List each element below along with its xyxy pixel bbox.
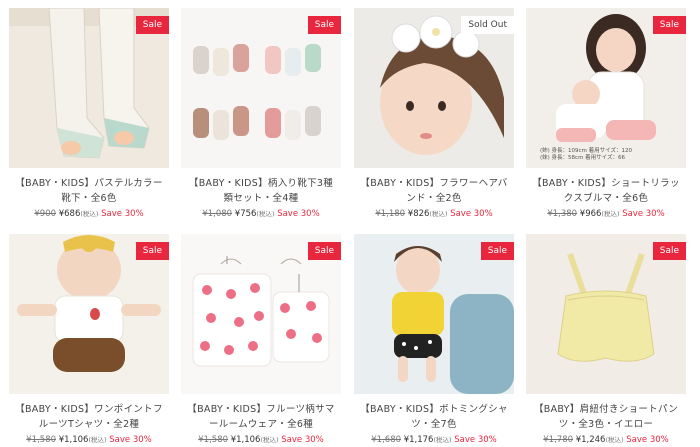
sale-price: ¥1,176 (403, 435, 434, 445)
save-label: Save 30% (277, 209, 320, 219)
original-price: ¥1,780 (543, 435, 574, 445)
sale-badge: Sale (307, 242, 341, 260)
product-price: ¥1,380 ¥966(税込) Save 30% (526, 208, 686, 219)
sale-badge: Sale (480, 242, 514, 260)
sale-price: ¥826 (407, 209, 430, 219)
save-label: Save 30% (101, 209, 144, 219)
product-card[interactable]: Sale 【BABY・KIDS】ワンポイントフルーツTシャツ・全2種 ¥1,58… (9, 234, 169, 445)
product-image[interactable]: Sale (姉) 身長：109cm 着用サイズ：120 (妹) 身長：58cm … (526, 8, 686, 168)
product-title[interactable]: 【BABY・KIDS】柄入り靴下3種類セット・全4種 (181, 176, 341, 206)
tax-label: (税込) (88, 436, 107, 444)
product-image[interactable]: Sold Out (354, 8, 514, 168)
product-card[interactable]: Sold Out 【BABY・KIDS】フラワーヘアバンド・全2色 ¥1,180… (354, 8, 514, 219)
product-image[interactable]: Sale (9, 8, 169, 168)
product-price: ¥900 ¥686(税込) Save 30% (9, 208, 169, 219)
sale-badge: Sale (652, 16, 686, 34)
tax-label: (税込) (260, 436, 279, 444)
sale-price: ¥1,106 (230, 435, 261, 445)
original-price: ¥1,380 (547, 209, 578, 219)
product-image[interactable]: Sale (181, 234, 341, 394)
sale-badge: Sale (135, 242, 169, 260)
product-card[interactable]: Sale 【BABY・KIDS】ボトミングシャツ・全7色 ¥1,680 ¥1,1… (354, 234, 514, 445)
save-label: Save 30% (109, 435, 152, 445)
product-title[interactable]: 【BABY・KIDS】ショートリラックスブルマ・全6色 (526, 176, 686, 206)
tax-label: (税込) (433, 436, 452, 444)
product-image[interactable]: Sale (181, 8, 341, 168)
sale-price: ¥686 (58, 209, 81, 219)
product-image[interactable]: Sale (526, 234, 686, 394)
original-price: ¥900 (34, 209, 57, 219)
tax-label: (税込) (605, 436, 624, 444)
save-label: Save 30% (454, 435, 497, 445)
tax-label: (税込) (256, 210, 275, 218)
product-card[interactable]: Sale 【BABY】肩紐付きショートパンツ・全3色・イエロー ¥1,780 ¥… (526, 234, 686, 445)
product-title[interactable]: 【BABY・KIDS】ボトミングシャツ・全7色 (354, 402, 514, 432)
original-price: ¥1,180 (375, 209, 406, 219)
product-card[interactable]: Sale (姉) 身長：109cm 着用サイズ：120 (妹) 身長：58cm … (526, 8, 686, 219)
product-price: ¥1,580 ¥1,106(税込) Save 30% (9, 434, 169, 445)
original-price: ¥1,680 (371, 435, 402, 445)
sale-price: ¥1,246 (575, 435, 606, 445)
original-price: ¥1,580 (26, 435, 57, 445)
size-caption: (姉) 身長：109cm 着用サイズ：120 (妹) 身長：58cm 着用サイズ… (540, 148, 633, 161)
product-image[interactable]: Sale (354, 234, 514, 394)
save-label: Save 30% (450, 209, 493, 219)
product-title[interactable]: 【BABY・KIDS】ワンポイントフルーツTシャツ・全2種 (9, 402, 169, 432)
product-price: ¥1,080 ¥756(税込) Save 30% (181, 208, 341, 219)
sale-price: ¥756 (234, 209, 257, 219)
sale-price: ¥1,106 (58, 435, 89, 445)
product-title[interactable]: 【BABY】肩紐付きショートパンツ・全3色・イエロー (526, 402, 686, 432)
product-title[interactable]: 【BABY・KIDS】フルーツ柄サマールームウェア・全6種 (181, 402, 341, 432)
product-card[interactable]: Sale 【BABY・KIDS】パステルカラー靴下・全6色 ¥900 ¥686(… (9, 8, 169, 219)
product-price: ¥1,680 ¥1,176(税込) Save 30% (354, 434, 514, 445)
save-label: Save 30% (281, 435, 324, 445)
sale-price: ¥966 (579, 209, 602, 219)
sale-badge: Sale (307, 16, 341, 34)
original-price: ¥1,080 (202, 209, 233, 219)
product-price: ¥1,580 ¥1,106(税込) Save 30% (181, 434, 341, 445)
tax-label: (税込) (429, 210, 448, 218)
product-title[interactable]: 【BABY・KIDS】フラワーヘアバンド・全2色 (354, 176, 514, 206)
product-image[interactable]: Sale (9, 234, 169, 394)
original-price: ¥1,580 (198, 435, 229, 445)
product-grid: Sale 【BABY・KIDS】パステルカラー靴下・全6色 ¥900 ¥686(… (0, 0, 700, 447)
tax-label: (税込) (601, 210, 620, 218)
sale-badge: Sale (652, 242, 686, 260)
product-card[interactable]: Sale 【BABY・KIDS】柄入り靴下3種類セット・全4種 ¥1,080 ¥… (181, 8, 341, 219)
product-price: ¥1,780 ¥1,246(税込) Save 30% (526, 434, 686, 445)
product-title[interactable]: 【BABY・KIDS】パステルカラー靴下・全6色 (9, 176, 169, 206)
product-price: ¥1,180 ¥826(税込) Save 30% (354, 208, 514, 219)
save-label: Save 30% (626, 435, 669, 445)
tax-label: (税込) (80, 210, 99, 218)
sold-out-badge: Sold Out (461, 16, 514, 34)
product-card[interactable]: Sale 【BABY・KIDS】フルーツ柄サマールームウェア・全6種 ¥1,58… (181, 234, 341, 445)
save-label: Save 30% (622, 209, 665, 219)
sale-badge: Sale (135, 16, 169, 34)
